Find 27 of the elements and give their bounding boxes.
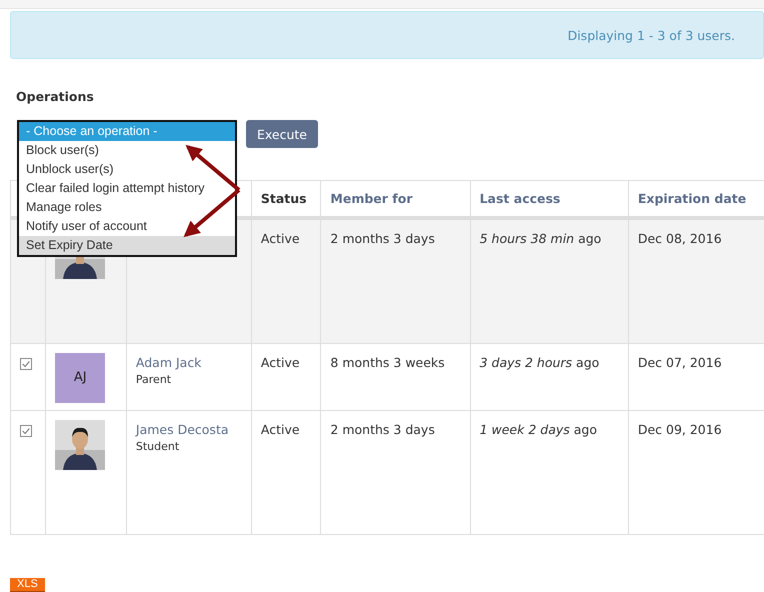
user-name-link[interactable]: Adam Jack [136, 354, 242, 370]
row-checkbox[interactable] [20, 424, 32, 436]
operations-label: Operations [16, 89, 95, 104]
table-cell: Active [251, 218, 321, 343]
table-cell: 8 months 3 weeks [320, 343, 470, 410]
operation-option[interactable]: Unblock user(s) [19, 160, 235, 179]
info-message: Displaying 1 - 3 of 3 users. [568, 28, 735, 42]
user-role: Student [136, 440, 180, 452]
table-cell: 5 hours 38 min ago [470, 218, 628, 343]
table-cell: 2 months 3 days [320, 410, 470, 534]
table-cell: Active [251, 410, 321, 534]
row-checkbox[interactable] [20, 358, 32, 370]
operation-listbox[interactable]: - Choose an operation - Block user(s) Unblock user(s) Clear failed login attempt history Manage roles Notify user of account Set Expiry Date [17, 120, 237, 257]
user-name-link[interactable]: James Decosta [136, 422, 242, 436]
operation-option[interactable]: Notify user of account [19, 217, 235, 236]
operation-option[interactable]: Block user(s) [19, 141, 235, 160]
table-cell: 2 months 3 days [320, 218, 470, 343]
user-avatar: AJ [55, 352, 106, 402]
table-cell: 3 days 2 hours ago [470, 343, 628, 410]
operation-option[interactable]: Clear failed login attempt history [19, 179, 235, 198]
operation-option[interactable]: Manage roles [19, 198, 235, 217]
table-cell: 1 week 2 days ago [470, 410, 628, 534]
table-cell: Dec 08, 2016 [628, 218, 764, 343]
operation-option[interactable]: Set Expiry Date [19, 236, 235, 255]
execute-button[interactable]: Execute [246, 120, 318, 148]
user-role: Parent [136, 372, 172, 386]
table-cell: Active [251, 343, 321, 410]
